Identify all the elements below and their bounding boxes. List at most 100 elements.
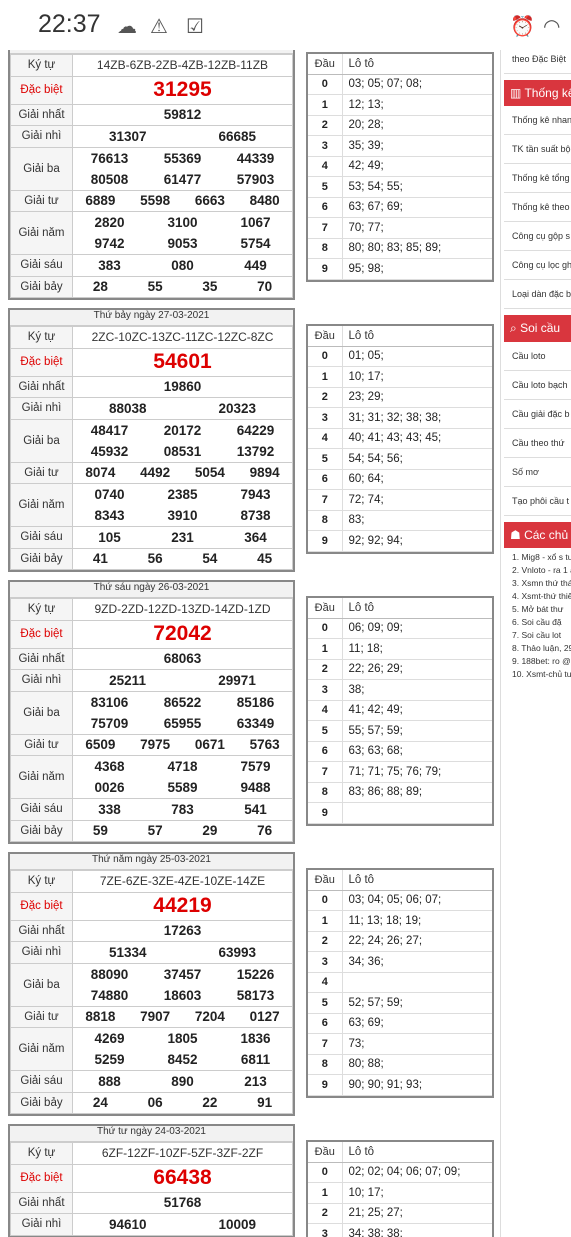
topic-link[interactable]: 6. Soi cầu đặ [512, 617, 571, 627]
prize-label: Giải nhì [10, 941, 73, 964]
sixth-prize: 890 [171, 1073, 194, 1089]
dau-digit: 1 [308, 910, 343, 932]
loto-values: 70; 77; [342, 217, 492, 239]
loto-header: Lô tô [342, 870, 492, 891]
second-prize: 63993 [218, 944, 257, 960]
topic-link[interactable]: 4. Xsmt-thứ thiên huế [512, 591, 571, 601]
draw-code: 2ZC-10ZC-13ZC-11ZC-12ZC-8ZC [72, 326, 293, 349]
prize-label: Giải ba [10, 418, 73, 463]
third-prize: 18603 [163, 987, 202, 1003]
dau-digit: 1 [308, 366, 343, 388]
second-prize: 20323 [218, 400, 257, 416]
page-content[interactable]: Chủ nhật ngày 28-03-2021Ký tự14ZB-6ZB-2Z… [0, 50, 571, 1237]
topic-link[interactable]: 8. Thảo luận, 29/3/2021 [512, 643, 571, 653]
divider [500, 50, 501, 1237]
loto-table: Đầu Lô tô 0 03; 04; 05; 06; 07; 1 11; 13; 18;… [306, 868, 494, 1098]
table-row: 5 52; 57; 59; [308, 992, 492, 1014]
loto-header: Lô tô [342, 54, 492, 75]
section-header-soi-cau: ⌕ Soi cầu [504, 315, 571, 342]
prize-label: Giải sáu [10, 798, 73, 821]
prize-label: Giải nhất [10, 919, 73, 942]
dau-digit: 3 [308, 1223, 343, 1237]
loto-values: 34; 36; [342, 951, 492, 973]
sidebar-link[interactable]: Tạo phôi cầu t Tổng hợp cầu [504, 487, 571, 516]
table-row: 4 40; 41; 43; 43; 45; [308, 428, 492, 449]
sidebar-link[interactable]: Thống kê nhanh [504, 106, 571, 135]
topic-link[interactable]: 3. Xsmn thứ tháp - cà m [512, 578, 571, 588]
fifth-prize: 0026 [94, 780, 125, 795]
fifth-prize: 4269 [94, 1031, 125, 1046]
fifth-prize: 4368 [94, 759, 125, 774]
prize-label: Giải sáu [10, 254, 73, 277]
topic-link[interactable]: 9. 188bet: ro @ vòng loạ [512, 656, 571, 666]
sidebar-link[interactable]: Cầu theo thứ [504, 429, 571, 458]
dau-digit: 8 [308, 1054, 343, 1075]
sidebar-link[interactable]: Cầu loto [504, 342, 571, 371]
clock: 22:37 [38, 10, 101, 38]
cloud-icon: ☁ [117, 16, 137, 38]
draw-code: 9ZD-2ZD-12ZD-13ZD-14ZD-1ZD [72, 598, 293, 621]
prize-label: Đặc biệt [10, 619, 73, 649]
seventh-prize: 29 [202, 823, 218, 839]
loto-values [342, 972, 492, 993]
prize-label: Ký tự [10, 1142, 73, 1165]
dau-digit: 7 [308, 217, 343, 239]
fifth-prize: 7579 [240, 759, 271, 774]
sidebar-link[interactable]: Cầu giải đặc b [504, 400, 571, 429]
third-prize: 45932 [90, 443, 129, 459]
fifth-prize: 8452 [167, 1052, 198, 1067]
prize-label: Giải bảy [10, 547, 73, 570]
sixth-prize: 338 [98, 801, 121, 817]
loto-values: 95; 98; [342, 258, 492, 280]
loto-values: 60; 64; [342, 469, 492, 490]
topic-link[interactable]: 2. Vnloto - ra 1 ăn 100 [512, 565, 571, 575]
prize-label: Ký tự [10, 54, 73, 77]
table-row: 1 10; 17; [308, 366, 492, 388]
dau-digit: 5 [308, 992, 343, 1014]
table-row: 7 70; 77; [308, 217, 492, 239]
topic-link[interactable]: 7. Soi cầu lot [512, 630, 571, 640]
table-row: 7 73; [308, 1033, 492, 1055]
loto-values: 73; [342, 1033, 492, 1055]
sidebar: theo Đặc Biệt ▥ Thống kê Thống kê nhanh TK … [504, 50, 571, 682]
topic-link[interactable]: 5. Mở bát thư [512, 604, 571, 614]
fifth-prize: 7943 [240, 487, 271, 502]
prize-label: Giải bảy [10, 275, 73, 298]
special-prize: 72042 [72, 619, 293, 649]
dau-digit: 6 [308, 197, 343, 218]
sidebar-link[interactable]: Thống kê tổng [504, 164, 571, 193]
result-table: Chủ nhật ngày 28-03-2021Ký tự14ZB-6ZB-2Z… [8, 50, 295, 300]
loto-values: 35; 39; [342, 135, 492, 157]
third-prize: 44339 [236, 150, 275, 166]
prize-label: Giải bảy [10, 819, 73, 842]
topic-link[interactable]: 10. Xsmt-chủ tum [512, 669, 571, 679]
sidebar-link[interactable]: Thống kê theo [504, 193, 571, 222]
prize-label: Giải nhất [10, 375, 73, 398]
table-row: 3 31; 31; 32; 38; 38; [308, 407, 492, 429]
loto-values: 03; 04; 05; 06; 07; [342, 890, 492, 911]
table-row: 0 03; 04; 05; 06; 07; [308, 890, 492, 911]
sidebar-link[interactable]: Loại dàn đặc b [504, 280, 571, 309]
sidebar-link[interactable]: Công cụ lọc gh VIP [504, 251, 571, 280]
fourth-prize: 9894 [249, 465, 280, 481]
first-prize: 19860 [72, 375, 293, 398]
fourth-prize: 0671 [194, 737, 225, 753]
dau-digit: 4 [308, 156, 343, 177]
dau-digit: 8 [308, 510, 343, 531]
table-row: 1 10; 17; [308, 1182, 492, 1204]
topic-link[interactable]: 1. Mig8 - xổ s tuyển cùng [512, 552, 571, 562]
second-prize: 25211 [109, 672, 146, 688]
dau-digit: 2 [308, 931, 343, 952]
second-prize: 31307 [108, 128, 147, 144]
table-row: 3 35; 39; [308, 135, 492, 157]
sidebar-link[interactable]: Cầu loto bạch [504, 371, 571, 400]
second-prize: 94610 [108, 1216, 147, 1232]
fourth-prize: 5763 [249, 737, 280, 753]
fourth-prize: 6509 [85, 737, 116, 753]
sidebar-link[interactable]: TK tần suất bộ [504, 135, 571, 164]
table-row: 6 63; 69; [308, 1013, 492, 1034]
sidebar-link[interactable]: Công cụ gộp s [504, 222, 571, 251]
sidebar-link[interactable]: Số mơ [504, 458, 571, 487]
table-row: 2 21; 25; 27; [308, 1203, 492, 1224]
loto-table: Đầu Lô tô 0 02; 02; 04; 06; 07; 09; 1 10; 17;… [306, 1140, 494, 1237]
